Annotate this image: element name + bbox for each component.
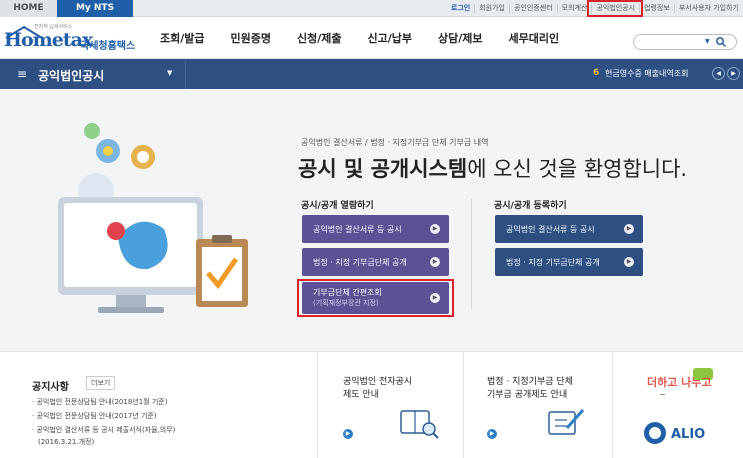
chevron-right-icon: ▶ [430, 224, 440, 234]
register-settlement-disclosure-button[interactable]: 공익법인 결산서류 등 공시 ▶ [495, 215, 643, 243]
nav-item-filing[interactable]: 신고/납부 [367, 30, 412, 46]
nav-item-tax-agent[interactable]: 세무대리인 [508, 30, 559, 46]
search-icon[interactable] [715, 36, 727, 48]
nav-item-certificates[interactable]: 민원증명 [231, 30, 271, 46]
notice-item[interactable]: · 공익법인 전문상담팀 안내(2018년1월 기준) [32, 397, 167, 407]
svg-text:~: ~ [659, 390, 666, 399]
chevron-right-icon: ▶ [624, 224, 634, 234]
utility-nav: 로그인 회원가입 공인인증센터 모의계산 공익법인공시 법령정보 부서사용자 가… [447, 0, 743, 17]
rolling-notice-link[interactable]: 현금영수증 매출내역조회 [605, 68, 689, 79]
notice-item[interactable]: · 공익법인 전문상담팀 안내(2017년 기준) [32, 411, 157, 421]
top-bar: HOME My NTS 로그인 회원가입 공인인증센터 모의계산 공익법인공시 … [0, 0, 743, 17]
next-notice-icon[interactable]: ▶ [727, 67, 740, 80]
button-sublabel: (기획재정부장관 지정) [313, 299, 379, 307]
alio-logo[interactable]: ALIO [641, 419, 717, 447]
nav-item-consult[interactable]: 상담/제보 [438, 30, 483, 46]
chevron-down-icon[interactable]: ▼ [705, 38, 710, 45]
tab-my-nts[interactable]: My NTS [57, 0, 133, 17]
sub-nav-title[interactable]: 공익법인공시 [38, 67, 104, 84]
menu-icon[interactable]: ≡ [17, 67, 27, 81]
chevron-right-icon[interactable]: ▶ [343, 429, 353, 439]
monitor-illustration-icon [58, 123, 248, 313]
divider [471, 199, 472, 309]
dept-user-signup-link[interactable]: 부서사용자 가입하기 [673, 4, 743, 13]
hero-section: 공익법인 결산서류 / 법정 · 지정기부금 단체 기부금 내역 공시 및 공개… [0, 89, 743, 351]
register-donation-org-button[interactable]: 법정 · 지정 기부금단체 공개 ▶ [495, 248, 643, 276]
svg-text:더하고 나누고: 더하고 나누고 [647, 375, 712, 389]
donation-org-quick-search-button[interactable]: 기부금단체 간편조회 (기획재정부장관 지정) ▶ [302, 282, 449, 314]
law-info-link[interactable]: 법령정보 [639, 4, 674, 13]
button-label: 공익법인 결산서류 등 공시 [506, 224, 595, 234]
button-label: 공익법인 결산서류 등 공시 [313, 224, 402, 234]
prev-notice-icon[interactable]: ◀ [712, 67, 725, 80]
divider [185, 59, 186, 89]
divider [317, 352, 318, 458]
notice-board-title: 공지사항 [32, 382, 69, 393]
cert-center-link[interactable]: 공인인증센터 [509, 4, 557, 13]
tab-home[interactable]: HOME [0, 0, 57, 17]
mock-calc-link[interactable]: 모의계산 [556, 4, 592, 13]
notice-number: 6 [593, 68, 600, 78]
button-label: 법정 · 지정 기부금단체 공개 [506, 257, 600, 267]
login-link[interactable]: 로그인 [447, 4, 474, 13]
e-disclosure-guide-link[interactable]: 공익법인 전자공시 제도 안내 [343, 376, 412, 402]
banner-logo[interactable]: 더하고 나누고 ~ [641, 366, 717, 400]
charity-logo-icon: 더하고 나누고 ~ [647, 368, 713, 399]
chevron-right-icon: ▶ [430, 257, 440, 267]
chevron-right-icon: ▶ [430, 293, 440, 303]
main-nav: 조회/발급 민원증명 신청/제출 신고/납부 상담/제보 세무대리인 [160, 17, 585, 59]
nav-item-lookup[interactable]: 조회/발급 [160, 30, 205, 46]
logo-text: Hometax [4, 29, 93, 51]
public-corp-disclosure-link[interactable]: 공익법인공시 [587, 0, 644, 17]
document-pen-icon [548, 409, 585, 435]
button-label: 기부금단체 간편조회 [313, 288, 382, 297]
hero-title-bold: 공시 및 공개시스템 [298, 157, 468, 181]
chevron-right-icon[interactable]: ▶ [487, 429, 497, 439]
view-section-title: 공시/공개 열람하기 [301, 201, 374, 211]
hero-title-rest: 에 오신 것을 환영합니다. [467, 157, 688, 181]
nav-item-application[interactable]: 신청/제출 [297, 30, 342, 46]
notice-item-date: (2016.3.21.개정) [38, 438, 95, 446]
button-label: 법정 · 지정 기부금단체 공개 [313, 257, 407, 267]
bottom-section: 공지사항 더보기 · 공익법인 전문상담팀 안내(2018년1월 기준) · 공… [0, 351, 743, 458]
register-section-title: 공시/공개 등록하기 [494, 201, 567, 211]
donation-disclosure-guide-link[interactable]: 법정 · 지정기부금 단체 기부금 공개제도 안내 [487, 376, 573, 402]
chevron-right-icon: ▶ [624, 257, 634, 267]
chevron-down-icon[interactable]: ▼ [167, 69, 172, 77]
hero-title: 공시 및 공개시스템에 오신 것을 환영합니다. [298, 153, 687, 183]
hero-subtitle: 공익법인 결산서류 / 법정 · 지정기부금 단체 기부금 내역 [301, 138, 489, 147]
alio-emblem-icon: ALIO [644, 422, 705, 444]
sub-nav-bar: ≡ 공익법인공시 ▼ 6 현금영수증 매출내역조회 ◀ ▶ [0, 59, 743, 89]
more-button[interactable]: 더보기 [86, 376, 116, 390]
divider [612, 352, 613, 458]
hometax-logo[interactable]: 전자적 납세서비스 Hometax 국세청홈택스 [4, 23, 146, 55]
search-input[interactable]: ▼ [633, 34, 737, 50]
svg-text:ALIO: ALIO [671, 427, 705, 442]
logo-korean: 국세청홈택스 [80, 41, 136, 52]
view-settlement-disclosure-button[interactable]: 공익법인 결산서류 등 공시 ▶ [302, 215, 449, 243]
header: 전자적 납세서비스 Hometax 국세청홈택스 조회/발급 민원증명 신청/제… [0, 17, 743, 59]
notice-item[interactable]: · 공익법인 결산서류 등 공시 제출서식(자율,의무) [32, 425, 175, 435]
document-search-icon [400, 410, 439, 439]
view-donation-org-button[interactable]: 법정 · 지정 기부금단체 공개 ▶ [302, 248, 449, 276]
signup-link[interactable]: 회원가입 [474, 4, 509, 13]
divider [463, 352, 464, 458]
